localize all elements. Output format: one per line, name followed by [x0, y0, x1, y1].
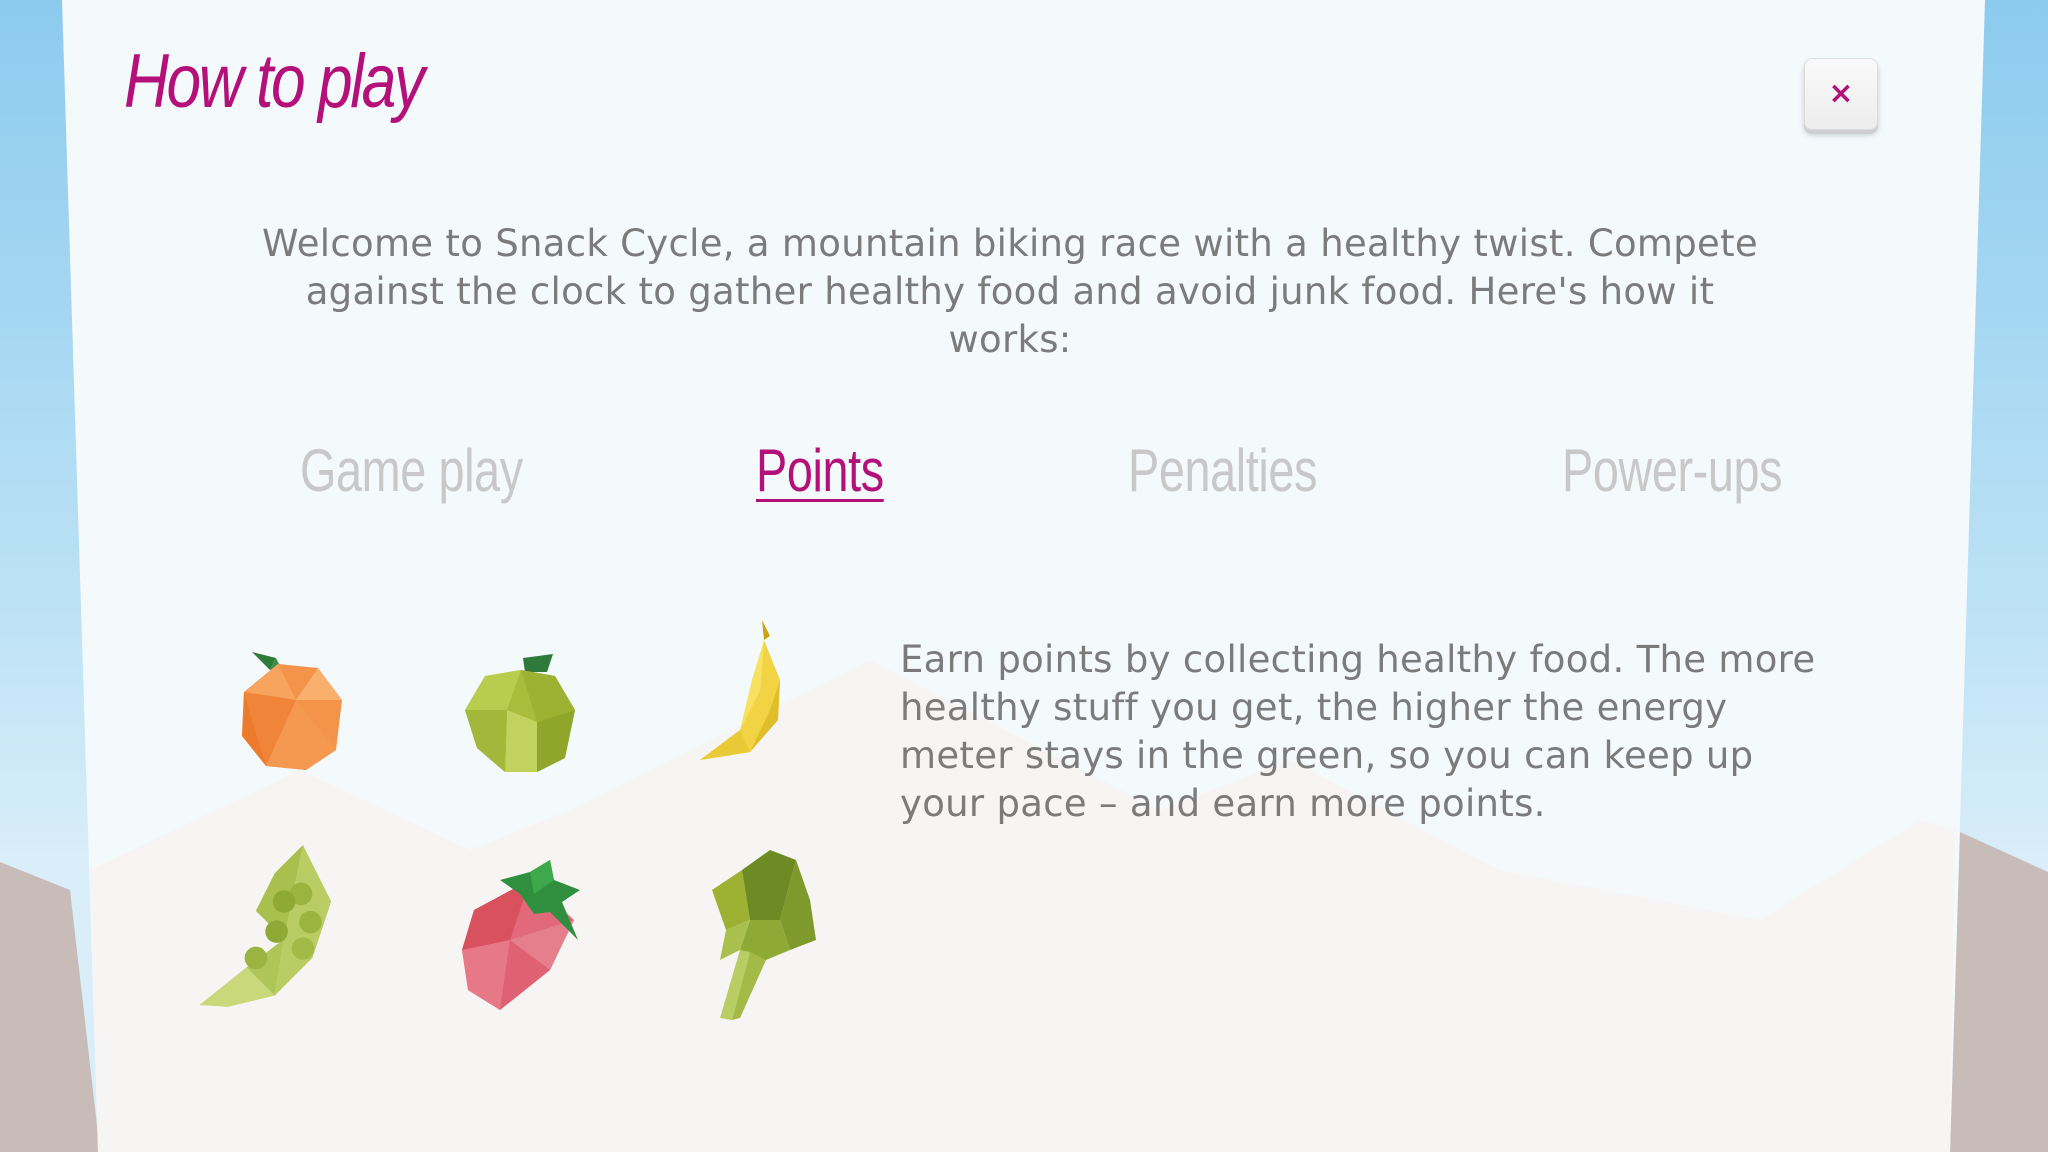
- close-icon: ×: [1828, 76, 1854, 111]
- peas-icon: [190, 830, 350, 1020]
- orange-icon: [220, 640, 380, 830]
- tab-game-play[interactable]: Game play: [300, 436, 523, 505]
- banana-icon: [670, 610, 830, 800]
- game-screen: How to play × Welcome to Snack Cycle, a …: [0, 0, 2048, 1152]
- dialog-title: How to play: [124, 39, 425, 124]
- tab-power-ups[interactable]: Power-ups: [1562, 436, 1783, 505]
- tab-points[interactable]: Points: [756, 436, 884, 505]
- apple-icon: [445, 640, 605, 830]
- tab-penalties[interactable]: Penalties: [1128, 436, 1317, 505]
- healthy-food-grid: [180, 610, 860, 1030]
- intro-text: Welcome to Snack Cycle, a mountain bikin…: [262, 222, 1758, 361]
- spinach-icon: [680, 840, 840, 1030]
- tab-bar: Game play Points Penalties Power-ups: [0, 436, 2048, 516]
- close-button[interactable]: ×: [1804, 58, 1878, 130]
- points-description: Earn points by collecting healthy food. …: [900, 638, 1816, 825]
- strawberry-icon: [450, 850, 610, 1040]
